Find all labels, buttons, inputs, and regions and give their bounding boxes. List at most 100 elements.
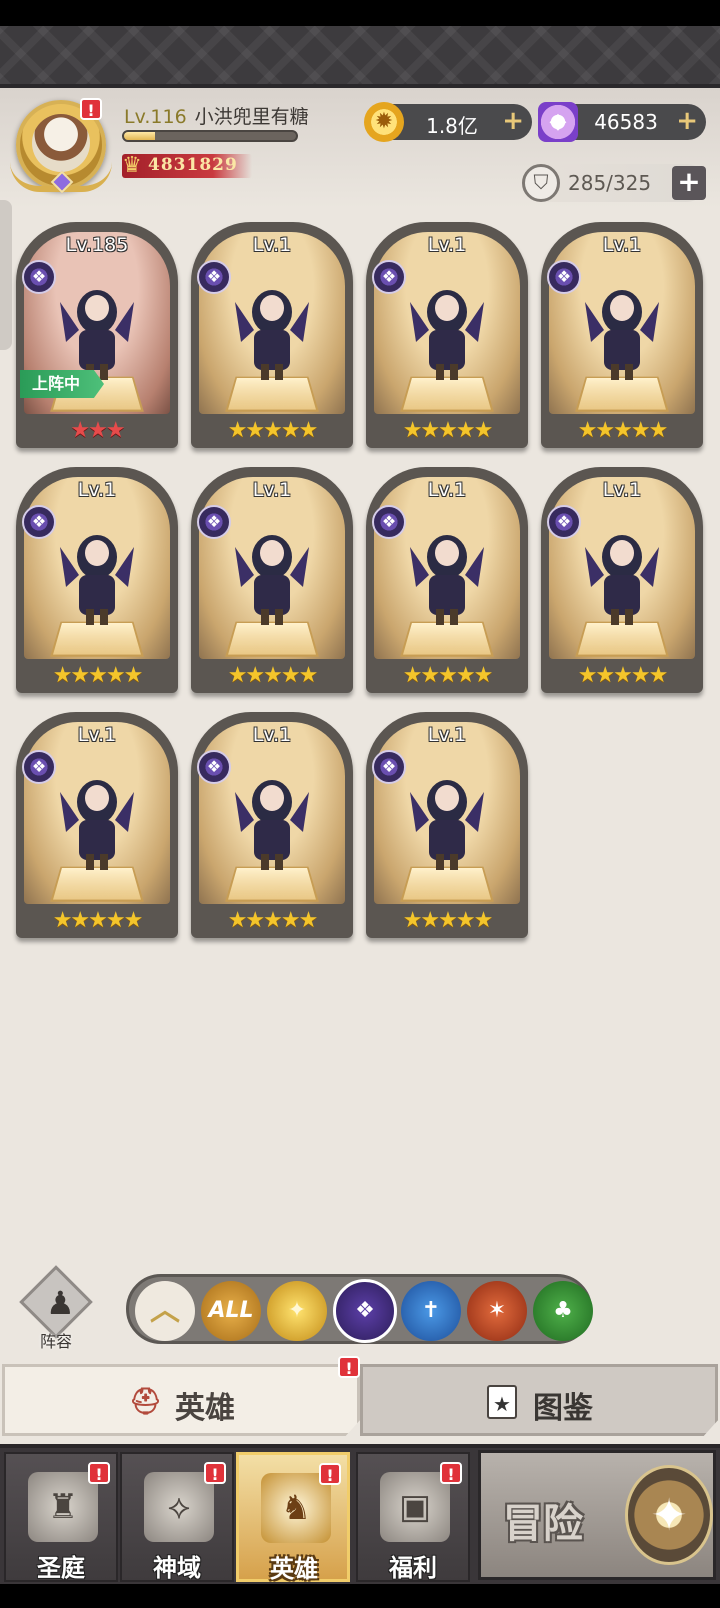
hero-card[interactable]: Lv.1 ❖ ★★★★★	[191, 712, 353, 938]
filter-all-button[interactable]: ALL	[201, 1281, 261, 1341]
hero-card[interactable]: Lv.1 ❖ ★★★★★	[541, 222, 703, 448]
dark-faction-icon: ❖	[547, 260, 581, 294]
top-decorative-band	[0, 26, 720, 88]
hero-level: Lv.1	[427, 479, 467, 501]
exp-bar	[122, 130, 298, 142]
hero-level: Lv.1	[427, 724, 467, 746]
nav-label-heroes: 英雄	[270, 1555, 318, 1583]
hero-capacity: ⛉ 285/325 +	[522, 164, 706, 202]
filter-dark-faction-icon[interactable]: ❖	[333, 1279, 397, 1343]
tab-gallery-label: 图鉴	[533, 1391, 593, 1426]
side-drawer-handle[interactable]	[0, 200, 12, 350]
hero-card[interactable]: Lv.1 ❖ ★★★★★	[366, 467, 528, 693]
status-strip	[0, 0, 720, 26]
tab-heroes-label: 英雄	[175, 1391, 235, 1426]
hero-level: Lv.1	[77, 479, 117, 501]
filter-light-faction-icon[interactable]: ✦	[267, 1281, 327, 1341]
gem-currency: ◆ 46583 +	[538, 102, 706, 142]
hero-star-rating: ★★★★★	[402, 908, 494, 933]
dark-faction-icon: ❖	[547, 505, 581, 539]
add-gems-button[interactable]: +	[676, 106, 698, 136]
hero-card[interactable]: Lv.1 ❖ ★★★★★	[16, 467, 178, 693]
hero-level: Lv.1	[427, 234, 467, 256]
gem-value: 46583	[594, 110, 658, 134]
hero-level: Lv.1	[252, 724, 292, 746]
hero-star-rating: ★★★★★	[402, 663, 494, 688]
nav-item-sanctum[interactable]: ♜ 圣庭 !	[4, 1452, 118, 1582]
hero-sprite	[46, 762, 148, 874]
hero-card[interactable]: Lv.1 ❖ ★★★★★	[191, 467, 353, 693]
hero-card[interactable]: Lv.1 ❖ ★★★★★	[366, 712, 528, 938]
hero-star-rating: ★★★★★	[577, 418, 669, 443]
filter-nature-faction-icon[interactable]: ♣	[533, 1281, 593, 1341]
player-avatar[interactable]: !	[10, 96, 112, 196]
hero-sprite	[221, 272, 323, 384]
hero-level: Lv.1	[602, 234, 642, 256]
hero-sprite	[571, 517, 673, 629]
hero-level: Lv.1	[602, 479, 642, 501]
add-gold-button[interactable]: +	[502, 106, 524, 136]
nav-alert-badge: !	[204, 1462, 226, 1484]
hero-level: Lv.1	[77, 724, 117, 746]
nav-item-welfare[interactable]: ▣ 福利 !	[356, 1452, 470, 1582]
dark-faction-icon: ❖	[197, 505, 231, 539]
nav-item-divine-realm[interactable]: ⟡ 神域 !	[120, 1452, 234, 1582]
hero-sprite	[221, 517, 323, 629]
hero-card[interactable]: Lv.1 ❖ ★★★★★	[541, 467, 703, 693]
chess-pawn-icon: ♟	[46, 1284, 75, 1322]
shield-icon: ⛉	[522, 164, 560, 202]
hero-star-rating: ★★★★★	[52, 663, 144, 688]
hero-capacity-value: 285/325	[568, 171, 652, 195]
hero-card[interactable]: Lv.185 ❖ 上阵中 ★★★	[16, 222, 178, 448]
hero-card[interactable]: Lv.1 ❖ ★★★★★	[191, 222, 353, 448]
hero-star-rating: ★★★★★	[52, 908, 144, 933]
hero-sprite	[571, 272, 673, 384]
hero-card[interactable]: Lv.1 ❖ ★★★★★	[16, 712, 178, 938]
expand-capacity-button[interactable]: +	[672, 166, 706, 200]
exp-bar-fill	[124, 132, 155, 140]
nav-item-heroes[interactable]: ♞ 英雄 !	[236, 1452, 350, 1583]
nav-alert-badge: !	[440, 1462, 462, 1484]
player-level: Lv.116	[124, 106, 187, 128]
crystal-arch-icon: ⟡	[144, 1472, 214, 1542]
bottom-strip	[0, 1584, 720, 1608]
gold-currency: ✹ 1.8亿 +	[364, 102, 532, 142]
hero-card[interactable]: Lv.1 ❖ ★★★★★	[366, 222, 528, 448]
diamond-icon: ◆	[538, 102, 578, 142]
nav-alert-badge: !	[88, 1462, 110, 1484]
nav-label-divine-realm: 神域	[153, 1554, 201, 1582]
hero-level: Lv.185	[65, 234, 129, 256]
hero-sprite	[396, 517, 498, 629]
hero-sprite	[396, 272, 498, 384]
nav-alert-badge: !	[319, 1463, 341, 1485]
dark-faction-icon: ❖	[372, 750, 406, 784]
dark-faction-icon: ❖	[197, 750, 231, 784]
nav-label-welfare: 福利	[389, 1554, 437, 1582]
gold-coin-icon: ✹	[364, 102, 404, 142]
hero-level: Lv.1	[252, 479, 292, 501]
filter-beast-faction-icon[interactable]: ✶	[467, 1281, 527, 1341]
hero-sprite	[396, 762, 498, 874]
helmet-icon: ⛑	[129, 1387, 163, 1417]
tab-heroes[interactable]: ⛑ 英雄	[2, 1364, 360, 1436]
gold-value: 1.8亿	[426, 114, 478, 138]
power-icon: ♛	[122, 153, 142, 178]
tab-gallery[interactable]: ★ 图鉴	[360, 1364, 718, 1436]
tab-heroes-alert-badge: !	[338, 1356, 360, 1378]
nav-label-sanctum: 圣庭	[37, 1554, 85, 1582]
adventure-button[interactable]: 冒险 ✦	[478, 1450, 716, 1580]
hero-level: Lv.1	[252, 234, 292, 256]
hero-star-rating: ★★★★★	[227, 418, 319, 443]
hero-screen: ! Lv.116 小洪兜里有糖 ♛ 4831829 ✹ 1.8亿 + ◆ 4658…	[0, 0, 720, 1608]
dark-faction-icon: ❖	[22, 750, 56, 784]
lineup-button[interactable]: ♟ 阵容	[19, 1265, 93, 1352]
compass-icon: ✦	[625, 1465, 713, 1565]
collapse-filter-button[interactable]: ︿	[135, 1281, 195, 1341]
castle-icon: ♜	[28, 1472, 98, 1542]
dark-faction-icon: ❖	[22, 260, 56, 294]
dark-faction-icon: ❖	[372, 505, 406, 539]
combat-power-value: 4831829	[148, 155, 238, 175]
adventure-label: 冒险	[503, 1501, 583, 1547]
filter-holy-faction-icon[interactable]: ✝	[401, 1281, 461, 1341]
avatar-alert-badge: !	[80, 98, 102, 120]
